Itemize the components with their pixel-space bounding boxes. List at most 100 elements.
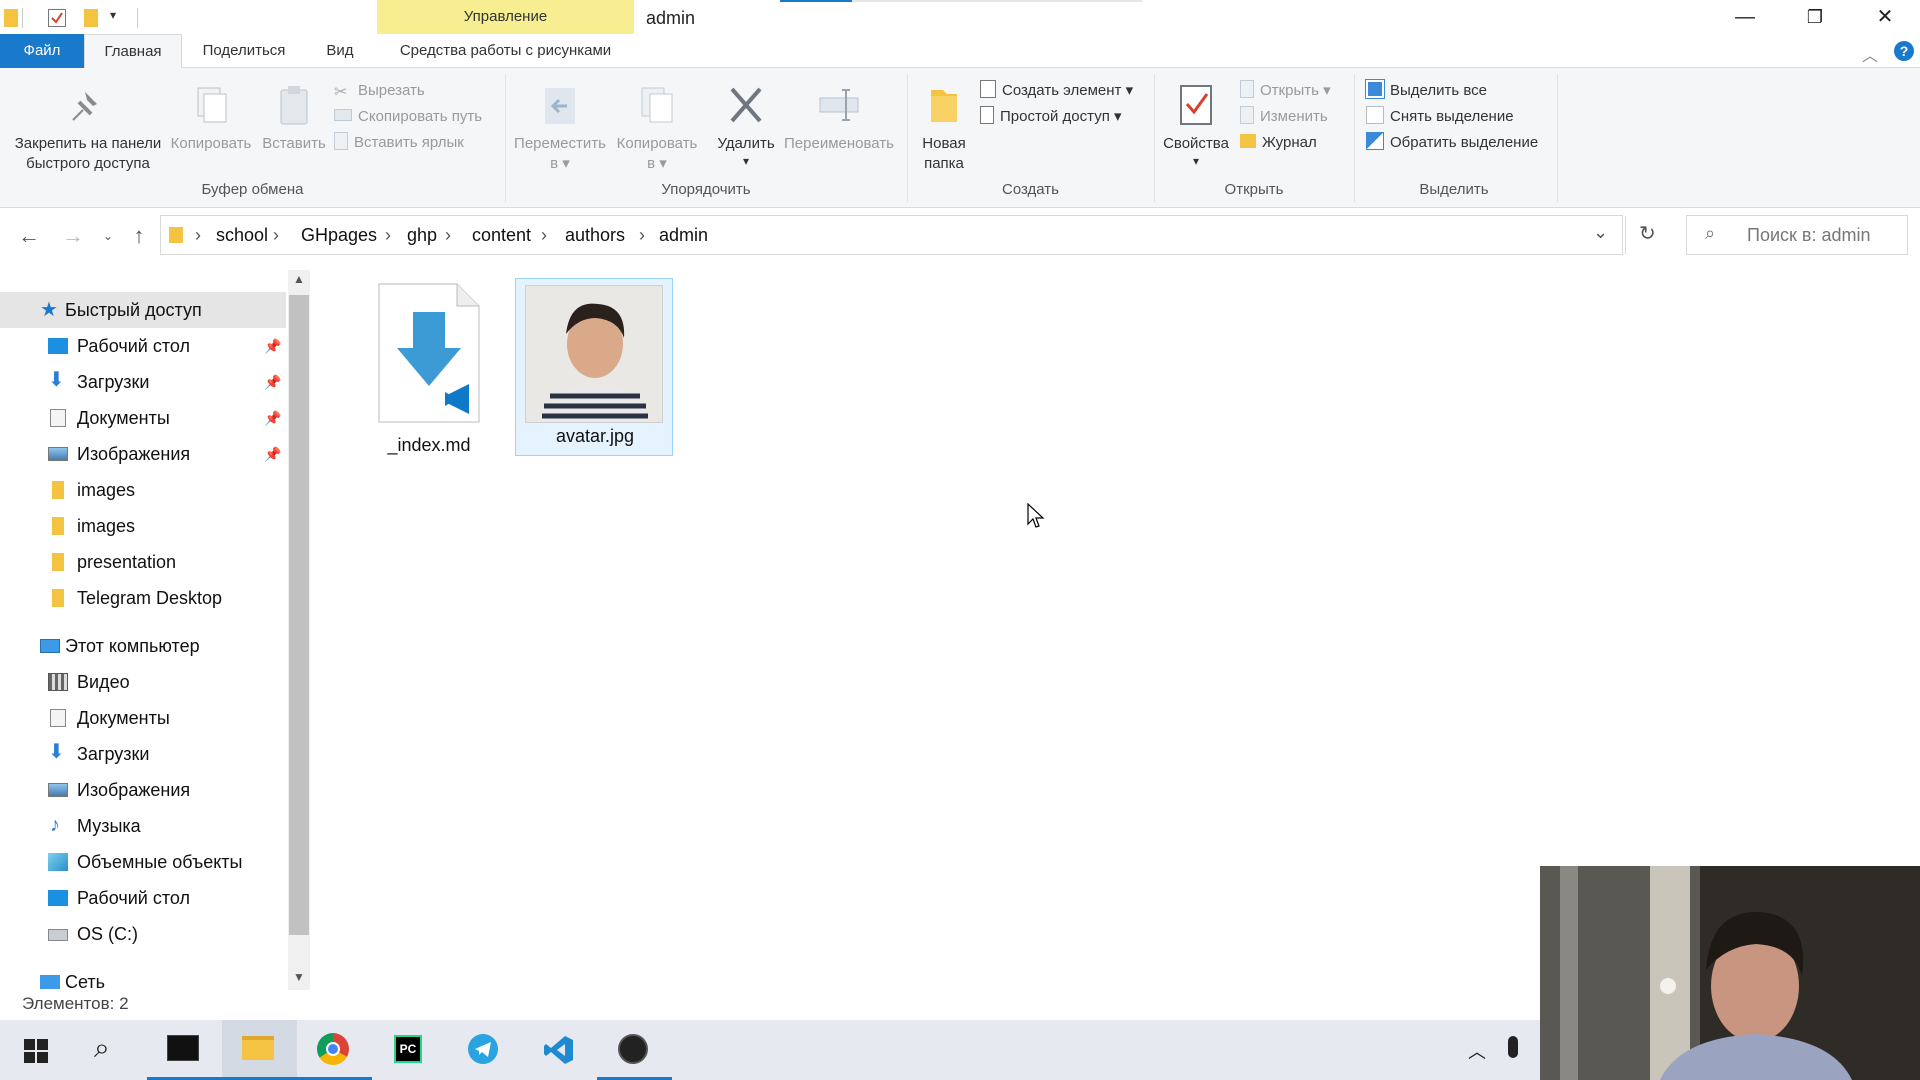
scrollbar-thumb[interactable] (289, 295, 309, 935)
cut-button[interactable]: ✂ Вырезать (334, 78, 425, 104)
copy-to-button[interactable]: Копировать в ▾ (610, 82, 704, 174)
taskbar-pycharm[interactable]: PC (372, 1020, 447, 1080)
edit-button[interactable]: Изменить (1240, 104, 1328, 130)
sidebar-item-folder[interactable]: Telegram Desktop (0, 580, 285, 616)
back-arrow-icon[interactable]: ← (14, 222, 44, 250)
move-to-button[interactable]: Переместить в ▾ (510, 82, 610, 174)
tab-share[interactable]: Поделиться (190, 34, 298, 68)
sidebar-item-downloads[interactable]: ⬇ Загрузки (0, 736, 285, 772)
sidebar-item-this-pc[interactable]: Этот компьютер (0, 628, 285, 664)
sidebar-item-videos[interactable]: Видео (0, 664, 285, 700)
breadcrumb-separator[interactable]: › (639, 216, 645, 254)
breadcrumb-admin[interactable]: admin (659, 216, 708, 254)
obs-icon (618, 1034, 648, 1064)
sidebar-item-documents[interactable]: Документы 📌 (0, 400, 285, 436)
breadcrumb-separator[interactable]: › (541, 216, 547, 254)
breadcrumb-ghpages[interactable]: GHpages (301, 216, 377, 254)
search-taskbar-button[interactable]: ⌕ (72, 1020, 147, 1080)
breadcrumb-separator[interactable]: › (195, 216, 201, 254)
close-button[interactable]: ✕ (1850, 0, 1920, 34)
sidebar-item-os-drive[interactable]: OS (C:) (0, 916, 285, 952)
open-button[interactable]: Открыть ▾ (1240, 78, 1331, 104)
paste-shortcut-button[interactable]: Вставить ярлык (334, 130, 464, 156)
tab-picture-tools[interactable]: Средства работы с рисунками (377, 34, 634, 68)
rename-button[interactable]: Переименовать (780, 82, 898, 154)
properties-dropdown-icon[interactable]: ▾ (1158, 154, 1234, 168)
scroll-down-arrow-icon[interactable]: ▼ (293, 970, 305, 984)
pin-quick-access-button[interactable]: Закрепить на панели быстрого доступа (8, 82, 168, 174)
properties-qat-icon[interactable] (48, 9, 66, 27)
up-arrow-icon[interactable]: ↑ (124, 222, 154, 250)
copy-button[interactable]: Копировать (168, 82, 254, 154)
tab-file[interactable]: Файл (0, 34, 84, 68)
collapse-ribbon-icon[interactable]: ︿ (1862, 42, 1878, 66)
taskbar-chrome[interactable] (297, 1020, 372, 1080)
help-icon[interactable]: ? (1894, 41, 1914, 61)
qat-dropdown-icon[interactable]: ▾ (110, 8, 116, 22)
new-folder-button[interactable]: Новая папка (912, 82, 976, 174)
breadcrumb-authors[interactable]: authors (565, 216, 625, 254)
pin-icon[interactable]: 📌 (264, 328, 281, 364)
sidebar-item-documents[interactable]: Документы (0, 700, 285, 736)
pin-icon[interactable]: 📌 (264, 400, 281, 436)
tab-home[interactable]: Главная (84, 34, 182, 69)
item-count: Элементов: 2 (22, 994, 129, 1013)
recent-locations-icon[interactable]: ⌄ (96, 222, 120, 250)
forward-arrow-icon[interactable]: → (58, 222, 88, 250)
history-button[interactable]: Журнал (1240, 130, 1317, 156)
breadcrumb-ghp[interactable]: ghp (407, 216, 437, 254)
pin-icon[interactable]: 📌 (264, 364, 281, 400)
sidebar-item-downloads[interactable]: ⬇ Загрузки 📌 (0, 364, 285, 400)
file-item[interactable]: _index.md (350, 280, 508, 465)
taskbar-telegram[interactable] (447, 1020, 522, 1080)
taskbar-obs[interactable] (597, 1020, 672, 1080)
delete-dropdown-icon[interactable]: ▾ (708, 154, 784, 168)
invert-selection-button[interactable]: Обратить выделение (1366, 130, 1538, 156)
breadcrumb-content[interactable]: content (472, 216, 531, 254)
sidebar-item-network[interactable]: Сеть (0, 964, 285, 990)
taskbar-file-explorer[interactable] (222, 1020, 297, 1080)
minimize-button[interactable]: — (1710, 0, 1780, 34)
sidebar-item-pictures[interactable]: Изображения (0, 772, 285, 808)
breadcrumb-school[interactable]: school (216, 216, 268, 254)
address-bar[interactable]: › school › GHpages › ghp › content › aut… (160, 215, 1656, 255)
sidebar-item-quick-access[interactable]: ★ Быстрый доступ (0, 292, 286, 328)
manage-context-tab[interactable]: Управление (377, 0, 634, 34)
sidebar-item-desktop[interactable]: Рабочий стол (0, 880, 285, 916)
group-label-new: Создать (1001, 181, 1059, 198)
tray-chevron-icon[interactable]: ︿ (1468, 1038, 1486, 1064)
delete-button[interactable]: Удалить ▾ (708, 82, 784, 168)
start-button[interactable] (0, 1020, 75, 1080)
refresh-icon[interactable]: ↻ (1639, 221, 1656, 246)
sidebar-item-pictures[interactable]: Изображения 📌 (0, 436, 285, 472)
select-all-button[interactable]: Выделить все (1365, 78, 1487, 104)
new-item-button[interactable]: Создать элемент ▾ (980, 78, 1133, 104)
sidebar-item-folder[interactable]: images (0, 472, 285, 508)
search-box[interactable]: ⌕ Поиск в: admin (1686, 215, 1908, 255)
properties-label: Свойства (1163, 135, 1229, 152)
pin-icon[interactable]: 📌 (264, 436, 281, 472)
breadcrumb-separator[interactable]: › (445, 216, 451, 254)
properties-button[interactable]: Свойства ▾ (1158, 82, 1234, 168)
address-history-dropdown-icon[interactable]: ⌄ (1593, 222, 1608, 243)
scroll-up-arrow-icon[interactable]: ▲ (293, 272, 305, 286)
taskbar-terminal[interactable] (147, 1020, 222, 1080)
new-folder-qat-icon[interactable] (84, 9, 98, 27)
sidebar-item-3d-objects[interactable]: Объемные объекты (0, 844, 285, 880)
restore-button[interactable]: ❐ (1780, 0, 1850, 34)
sidebar-item-desktop[interactable]: Рабочий стол 📌 (0, 328, 285, 364)
easy-access-button[interactable]: Простой доступ ▾ (980, 104, 1122, 130)
copy-path-icon (334, 109, 352, 122)
select-none-button[interactable]: Снять выделение (1366, 104, 1514, 130)
breadcrumb-separator[interactable]: › (273, 216, 279, 254)
sidebar-item-music[interactable]: ♪ Музыка (0, 808, 285, 844)
sidebar-item-folder[interactable]: images (0, 508, 285, 544)
paste-button[interactable]: Вставить (256, 82, 332, 154)
file-item-selected[interactable]: avatar.jpg (515, 278, 673, 456)
tab-view[interactable]: Вид (308, 34, 372, 68)
sidebar-item-folder[interactable]: presentation (0, 544, 285, 580)
copy-path-button[interactable]: Скопировать путь (334, 104, 482, 130)
breadcrumb-separator[interactable]: › (385, 216, 391, 254)
taskbar-vscode[interactable] (522, 1020, 597, 1080)
microphone-icon[interactable] (1508, 1036, 1518, 1058)
